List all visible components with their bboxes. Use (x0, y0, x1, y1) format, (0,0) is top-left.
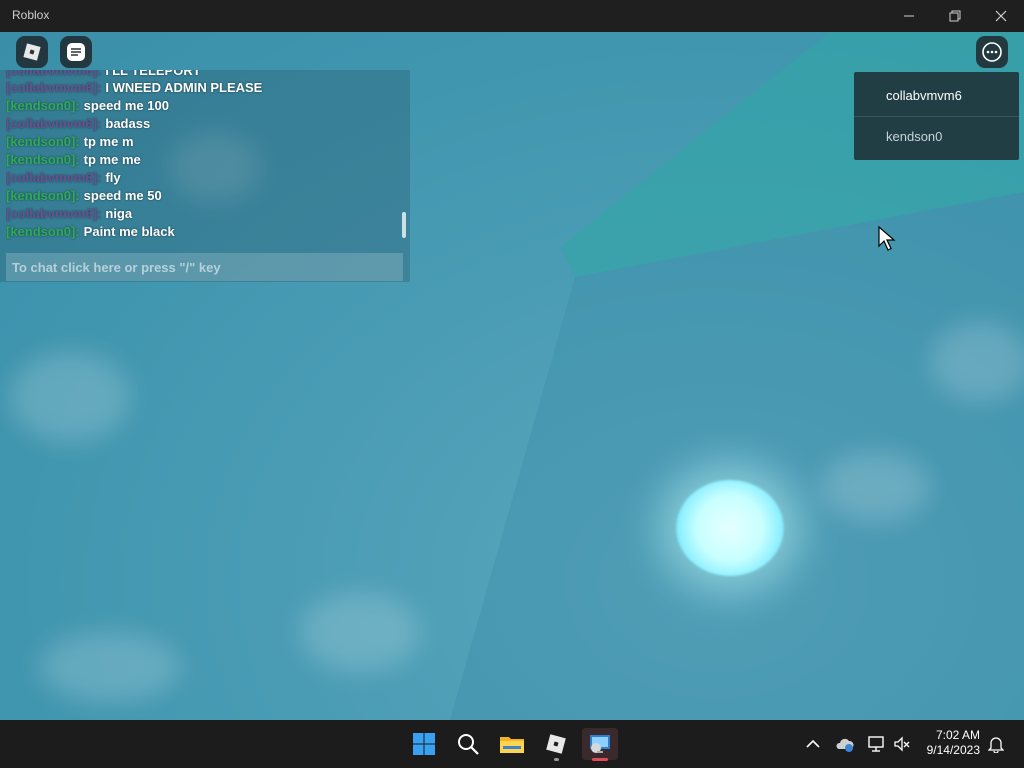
roblox-taskbar-button[interactable] (538, 728, 574, 761)
chat-message: [collabvmvm6]: I WNEED ADMIN PLEASE (6, 79, 262, 97)
chat-text: fly (105, 170, 121, 185)
game-viewport[interactable]: [collabvmvm6]: I'LL TELEPORT [collabvmvm6… (0, 32, 1024, 720)
remote-desktop-button[interactable] (582, 728, 618, 761)
file-explorer-button[interactable] (494, 728, 530, 760)
chat-text: speed me 50 (83, 188, 162, 203)
chat-text: niga (105, 206, 133, 221)
chat-message: [collabvmvm6]: niga (6, 205, 132, 223)
more-icon (982, 42, 1002, 62)
search-icon (458, 734, 479, 755)
onedrive-tray[interactable] (834, 732, 856, 756)
file-explorer-icon (500, 737, 524, 753)
roblox-logo-icon (23, 43, 41, 61)
chat-username: [collabvmvm6]: (6, 80, 102, 95)
chat-text: tp me me (83, 152, 141, 167)
chat-message: [collabvmvm6]: badass (6, 115, 150, 133)
volume-tray[interactable] (892, 732, 912, 756)
chat-icon (67, 43, 85, 61)
chat-username: [collabvmvm6]: (6, 170, 102, 185)
cloud-status-icon (836, 738, 854, 752)
chat-message: [collabvmvm6]: fly (6, 169, 121, 187)
system-clock[interactable]: 7:02 AM 9/14/2023 (918, 728, 980, 758)
more-options-button[interactable] (976, 36, 1008, 68)
chat-input[interactable] (6, 253, 403, 281)
chat-message: [kendson0]: tp me me (6, 151, 141, 169)
volume-muted-icon (894, 736, 910, 752)
network-icon (868, 736, 884, 752)
network-tray[interactable] (866, 732, 888, 756)
active-indicator (592, 758, 608, 761)
sun (676, 480, 784, 576)
restore-icon (949, 10, 961, 22)
cloud (40, 632, 180, 702)
cloud (300, 592, 420, 672)
close-icon (995, 10, 1007, 22)
chat-username: [kendson0]: (6, 224, 80, 239)
clock-date: 9/14/2023 (926, 743, 980, 757)
close-button[interactable] (978, 0, 1024, 32)
search-button[interactable] (450, 728, 486, 760)
minimize-icon (904, 15, 914, 17)
mouse-cursor-icon (878, 226, 896, 251)
cloud (820, 452, 930, 522)
chat-text: Paint me black (83, 224, 175, 239)
cloud (930, 322, 1024, 402)
chat-username: [kendson0]: (6, 134, 80, 149)
chat-scrollbar[interactable] (402, 212, 406, 238)
chat-username: [kendson0]: (6, 98, 80, 113)
chat-text: tp me m (83, 134, 134, 149)
chat-messages[interactable]: [collabvmvm6]: I'LL TELEPORT [collabvmvm6… (6, 70, 402, 242)
player-list-item[interactable]: collabvmvm6 (854, 76, 1019, 116)
roblox-menu-button[interactable] (16, 36, 48, 68)
chat-window: [collabvmvm6]: I'LL TELEPORT [collabvmvm6… (0, 70, 410, 282)
window-titlebar: Roblox (0, 0, 1024, 32)
chat-username: [collabvmvm6]: (6, 116, 102, 131)
bell-icon (988, 737, 1004, 753)
start-button[interactable] (406, 728, 442, 760)
chat-username: [collabvmvm6]: (6, 206, 102, 221)
chat-text: I WNEED ADMIN PLEASE (105, 80, 263, 95)
chat-toggle-button[interactable] (60, 36, 92, 68)
chat-username: [kendson0]: (6, 152, 80, 167)
clock-time: 7:02 AM (935, 728, 980, 742)
player-list: collabvmvm6 kendson0 (854, 72, 1019, 160)
chevron-up-icon (806, 739, 820, 748)
show-hidden-icons-button[interactable] (804, 732, 822, 756)
chat-text: badass (105, 116, 151, 131)
roblox-icon (546, 734, 566, 754)
restore-button[interactable] (932, 0, 978, 32)
chat-username: [kendson0]: (6, 188, 80, 203)
cloud (10, 352, 130, 442)
chat-message: [kendson0]: speed me 50 (6, 187, 162, 205)
chat-text: speed me 100 (83, 98, 169, 113)
player-list-item[interactable]: kendson0 (854, 116, 1019, 156)
minimize-button[interactable] (886, 0, 932, 32)
notifications-button[interactable] (986, 732, 1006, 756)
running-indicator (554, 758, 559, 761)
windows-start-icon (413, 733, 435, 755)
chat-message: [kendson0]: Paint me black (6, 223, 175, 241)
taskbar: 7:02 AM 9/14/2023 (0, 720, 1024, 768)
remote-desktop-icon (590, 735, 610, 753)
chat-message: [kendson0]: speed me 100 (6, 97, 169, 115)
chat-message: [kendson0]: tp me m (6, 133, 134, 151)
window-title: Roblox (12, 8, 50, 22)
